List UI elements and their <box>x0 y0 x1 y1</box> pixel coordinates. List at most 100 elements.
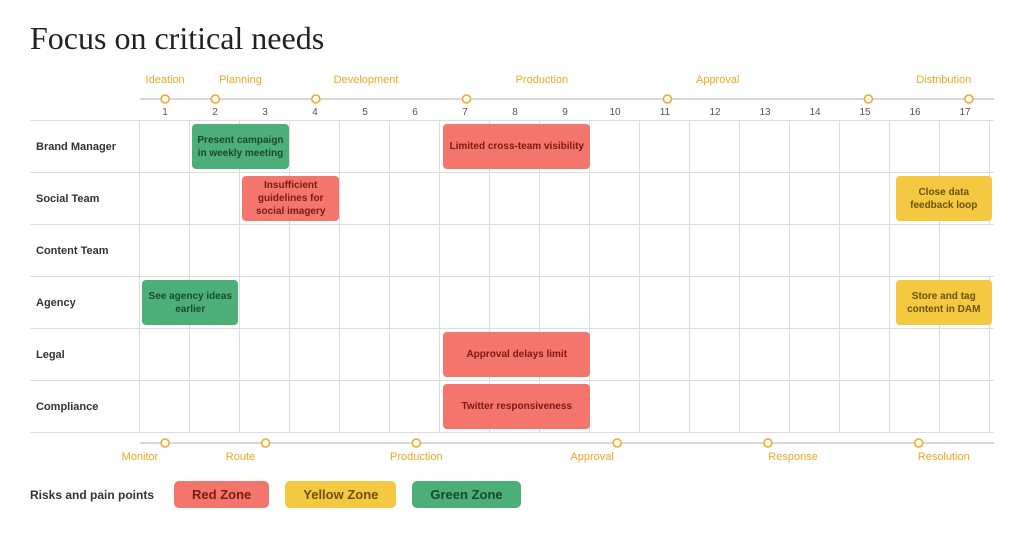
grid-row-1: Social Team Insufficient guidelines for s… <box>30 173 994 225</box>
cell-1-12 <box>740 173 790 224</box>
grid-row-2: Content Team <box>30 225 994 277</box>
card-3-1: Store and tag content in DAM <box>896 280 992 325</box>
grid-row-3: AgencySee agency ideas earlierStore and … <box>30 277 994 329</box>
cell-3-14 <box>840 277 890 328</box>
cell-1-0 <box>140 173 190 224</box>
cell-2-6 <box>440 225 490 276</box>
bottom-phase-production: Production <box>390 451 443 463</box>
row-cells-5: Twitter responsiveness <box>140 381 994 432</box>
cell-2-1 <box>190 225 240 276</box>
cell-1-8 <box>540 173 590 224</box>
cell-1-4 <box>340 173 390 224</box>
cell-3-3 <box>290 277 340 328</box>
grid-row-4: LegalApproval delays limit <box>30 329 994 381</box>
cell-0-5 <box>390 121 440 172</box>
cell-0-10 <box>640 121 690 172</box>
grid-row-0: Brand ManagerPresent campaign in weekly … <box>30 121 994 173</box>
col-number-11: 11 <box>640 107 690 118</box>
cell-3-9 <box>590 277 640 328</box>
cell-0-0 <box>140 121 190 172</box>
row-cells-1: Insufficient guidelines for social image… <box>140 173 994 224</box>
col-number-3: 3 <box>240 107 290 118</box>
cell-0-4 <box>340 121 390 172</box>
cell-5-13 <box>790 381 840 432</box>
cell-0-11 <box>690 121 740 172</box>
cell-1-10 <box>640 173 690 224</box>
cell-2-3 <box>290 225 340 276</box>
page-title: Focus on critical needs <box>30 20 994 57</box>
card-0-1: Limited cross-team visibility <box>443 124 590 169</box>
col-number-9: 9 <box>540 107 590 118</box>
cell-3-2 <box>240 277 290 328</box>
col-number-1: 1 <box>140 107 190 118</box>
col-number-14: 14 <box>790 107 840 118</box>
cell-5-14 <box>840 381 890 432</box>
cell-1-5 <box>390 173 440 224</box>
col-number-13: 13 <box>740 107 790 118</box>
bottom-phase-labels: MonitorRouteProductionApprovalResponseRe… <box>140 451 994 471</box>
cell-4-4 <box>340 329 390 380</box>
cell-5-3 <box>290 381 340 432</box>
row-label-2: Content Team <box>30 225 140 276</box>
cell-5-9 <box>590 381 640 432</box>
cell-0-16 <box>940 121 990 172</box>
row-label-0: Brand Manager <box>30 121 140 172</box>
row-cells-2 <box>140 225 994 276</box>
cell-5-5 <box>390 381 440 432</box>
cell-0-14 <box>840 121 890 172</box>
cell-3-11 <box>690 277 740 328</box>
row-cells-3: See agency ideas earlierStore and tag co… <box>140 277 994 328</box>
cell-0-3 <box>290 121 340 172</box>
col-number-15: 15 <box>840 107 890 118</box>
cell-0-15 <box>890 121 940 172</box>
cell-3-6 <box>440 277 490 328</box>
cell-4-12 <box>740 329 790 380</box>
col-number-2: 2 <box>190 107 240 118</box>
row-label-1: Social Team <box>30 173 140 224</box>
cell-5-2 <box>240 381 290 432</box>
cell-1-13 <box>790 173 840 224</box>
row-label-4: Legal <box>30 329 140 380</box>
cell-0-13 <box>790 121 840 172</box>
bottom-phase-approval: Approval <box>570 451 613 463</box>
col-number-12: 12 <box>690 107 740 118</box>
chart-area: IdeationPlanningDevelopmentProductionApp… <box>30 69 994 471</box>
cell-2-2 <box>240 225 290 276</box>
col-number-7: 7 <box>440 107 490 118</box>
cell-4-9 <box>590 329 640 380</box>
row-cells-0: Present campaign in weekly meetingLimite… <box>140 121 994 172</box>
svg-text:Planning: Planning <box>219 74 262 86</box>
cell-3-8 <box>540 277 590 328</box>
col-number-5: 5 <box>340 107 390 118</box>
cell-4-11 <box>690 329 740 380</box>
cell-5-1 <box>190 381 240 432</box>
cell-2-7 <box>490 225 540 276</box>
cell-3-5 <box>390 277 440 328</box>
row-cells-4: Approval delays limit <box>140 329 994 380</box>
cell-5-10 <box>640 381 690 432</box>
cell-1-6 <box>440 173 490 224</box>
top-timeline <box>140 91 994 107</box>
row-label-5: Compliance <box>30 381 140 432</box>
bottom-phase-monitor: Monitor <box>122 451 159 463</box>
cell-4-14 <box>840 329 890 380</box>
svg-text:Distribution: Distribution <box>916 74 971 86</box>
col-number-10: 10 <box>590 107 640 118</box>
legend-red-zone: Red Zone <box>174 481 269 508</box>
cell-4-15 <box>890 329 940 380</box>
svg-text:Development: Development <box>334 74 399 86</box>
cell-0-12 <box>740 121 790 172</box>
cell-4-1 <box>190 329 240 380</box>
column-numbers: 1234567891011121314151617 <box>140 107 994 118</box>
cell-2-8 <box>540 225 590 276</box>
cell-2-9 <box>590 225 640 276</box>
row-label-3: Agency <box>30 277 140 328</box>
cell-3-12 <box>740 277 790 328</box>
card-1-0: Insufficient guidelines for social image… <box>242 176 338 221</box>
cell-1-14 <box>840 173 890 224</box>
cell-1-7 <box>490 173 540 224</box>
cell-0-9 <box>590 121 640 172</box>
legend-yellow-zone: Yellow Zone <box>285 481 396 508</box>
cell-5-16 <box>940 381 990 432</box>
cell-2-16 <box>940 225 990 276</box>
